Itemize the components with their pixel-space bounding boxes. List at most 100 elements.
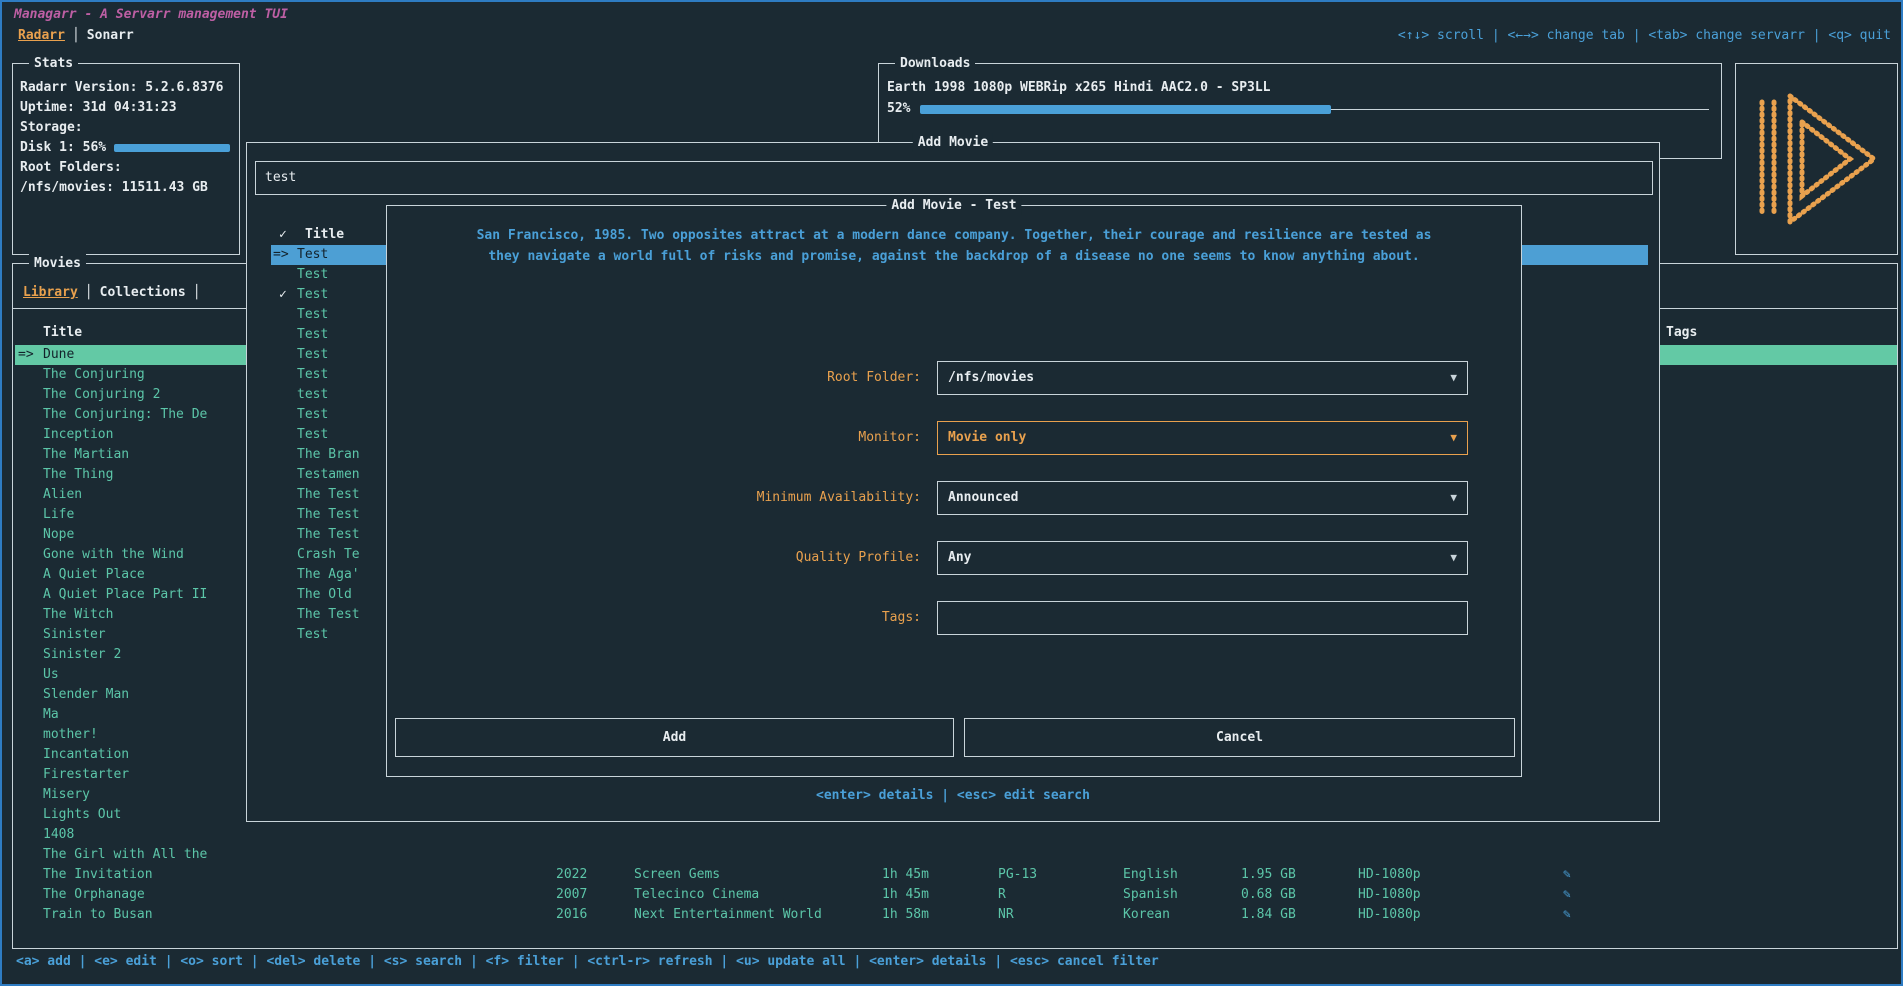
root-folders-label: Root Folders: xyxy=(20,158,232,178)
movie-title: Nope xyxy=(43,525,74,545)
movie-row[interactable]: 1408 xyxy=(15,825,1897,845)
movie-language: English xyxy=(1123,865,1178,885)
result-title: The Test xyxy=(297,525,360,545)
movie-row[interactable]: The Invitation2022Screen Gems1h 45mPG-13… xyxy=(15,865,1897,885)
add-button[interactable]: Add xyxy=(395,718,954,757)
managarr-app: Managarr - A Servarr management TUI Rada… xyxy=(0,0,1903,986)
tab-radarr[interactable]: Radarr xyxy=(18,28,65,43)
root-folder-dropdown[interactable]: /nfs/movies▼ xyxy=(937,361,1468,395)
movie-size: 1.84 GB xyxy=(1241,905,1296,925)
result-title: Test xyxy=(297,325,328,345)
movies-panel-title: Movies xyxy=(29,254,86,273)
bottom-keybinds: <a> add | <e> edit | <o> sort | <del> de… xyxy=(16,954,1159,969)
minimum-availability-dropdown[interactable]: Announced ▼ xyxy=(937,481,1468,515)
minimum-availability-value: Announced xyxy=(948,482,1018,514)
minimum-availability-label: Minimum Availability: xyxy=(387,481,921,515)
edit-icon[interactable]: ✎ xyxy=(1563,905,1571,925)
movie-runtime: 1h 58m xyxy=(882,905,929,925)
movie-quality: HD-1080p xyxy=(1358,865,1421,885)
movie-description-line: they navigate a world full of risks and … xyxy=(387,246,1521,267)
disk-usage-row: Disk 1: 56% xyxy=(20,138,232,158)
quality-profile-dropdown[interactable]: Any▼ xyxy=(937,541,1468,575)
tags-input[interactable] xyxy=(937,601,1468,635)
movie-row[interactable]: Train to Busan2016Next Entertainment Wor… xyxy=(15,905,1897,925)
movie-title: mother! xyxy=(43,725,98,745)
movie-title: Slender Man xyxy=(43,685,129,705)
tags-label: Tags: xyxy=(387,601,921,635)
storage-label: Storage: xyxy=(20,118,232,138)
movie-title: Dune xyxy=(43,345,74,365)
cancel-button-label: Cancel xyxy=(1216,730,1263,745)
downloads-panel-title: Downloads xyxy=(895,54,975,73)
tab-separator: │ xyxy=(193,285,201,300)
dropdown-arrow-icon: ▼ xyxy=(1450,362,1457,394)
root-folder-label: Root Folder: xyxy=(387,361,921,395)
quality-profile-label: Quality Profile: xyxy=(387,541,921,575)
selected-row-prefix: => xyxy=(273,245,289,265)
movie-title: Sinister xyxy=(43,625,106,645)
result-title: The Test xyxy=(297,485,360,505)
result-title: The Bran xyxy=(297,445,360,465)
movie-title: The Orphanage xyxy=(43,885,145,905)
movie-studio: Screen Gems xyxy=(634,865,720,885)
result-title: The Test xyxy=(297,605,360,625)
edit-icon[interactable]: ✎ xyxy=(1563,865,1571,885)
dropdown-arrow-icon: ▼ xyxy=(1450,482,1457,514)
result-title: Crash Te xyxy=(297,545,360,565)
movie-quality: HD-1080p xyxy=(1358,905,1421,925)
movie-row[interactable]: The Orphanage2007Telecinco Cinema1h 45mR… xyxy=(15,885,1897,905)
radarr-version: Radarr Version: 5.2.6.8376 xyxy=(20,78,232,98)
result-title: Test xyxy=(297,625,328,645)
quality-profile-field: Quality Profile: Any▼ xyxy=(387,541,1521,575)
movie-title: Misery xyxy=(43,785,90,805)
download-progress-bar xyxy=(920,104,1709,114)
results-header-title: Title xyxy=(305,225,344,245)
checkmark-icon: ✓ xyxy=(279,285,287,305)
movies-header-tags: Tags xyxy=(1666,325,1697,340)
tab-collections[interactable]: Collections xyxy=(100,285,186,300)
servarr-tab-bar: Radarr│Sonarr xyxy=(18,28,134,43)
movie-title: Inception xyxy=(43,425,113,445)
app-title: Managarr - A Servarr management TUI xyxy=(14,7,288,22)
movie-runtime: 1h 45m xyxy=(882,885,929,905)
movie-title: The Martian xyxy=(43,445,129,465)
download-progress-fill xyxy=(920,105,1330,114)
movie-title: The Invitation xyxy=(43,865,153,885)
stats-panel-title: Stats xyxy=(29,54,78,73)
tab-sonarr[interactable]: Sonarr xyxy=(87,28,134,43)
movie-studio: Telecinco Cinema xyxy=(634,885,759,905)
add-button-label: Add xyxy=(663,730,686,745)
quality-profile-value: Any xyxy=(948,542,971,574)
movie-search-input[interactable]: test xyxy=(255,161,1653,195)
movie-size: 1.95 GB xyxy=(1241,865,1296,885)
monitor-dropdown[interactable]: Movie only▼ xyxy=(937,421,1468,455)
edit-icon[interactable]: ✎ xyxy=(1563,885,1571,905)
movies-header-title: Title xyxy=(43,325,82,340)
popup-keybinds: <enter> details | <esc> edit search xyxy=(247,788,1659,803)
result-title: The Test xyxy=(297,505,360,525)
movie-description-line: San Francisco, 1985. Two opposites attra… xyxy=(387,225,1521,246)
download-percent: 52% xyxy=(887,98,910,120)
result-title: Test xyxy=(297,345,328,365)
result-title: Test xyxy=(297,305,328,325)
movie-title: Incantation xyxy=(43,745,129,765)
movie-title: Firestarter xyxy=(43,765,129,785)
movie-title: A Quiet Place Part II xyxy=(43,585,207,605)
search-input-value: test xyxy=(265,170,296,185)
movie-row[interactable]: The Girl with All the xyxy=(15,845,1897,865)
movie-title: The Conjuring: The De xyxy=(43,405,207,425)
tab-library[interactable]: Library xyxy=(23,285,78,300)
download-item-name: Earth 1998 1080p WEBRip x265 Hindi AAC2.… xyxy=(887,78,1713,98)
selected-row-prefix: => xyxy=(18,345,34,365)
movie-runtime: 1h 45m xyxy=(882,865,929,885)
movie-year: 2007 xyxy=(556,885,587,905)
root-folder-field: Root Folder: /nfs/movies▼ xyxy=(387,361,1521,395)
cancel-button[interactable]: Cancel xyxy=(964,718,1515,757)
tab-separator: │ xyxy=(85,285,93,300)
minimum-availability-field: Minimum Availability: Announced ▼ xyxy=(387,481,1521,515)
monitor-label: Monitor: xyxy=(387,421,921,455)
results-header-check-icon: ✓ xyxy=(279,225,287,245)
result-title: Test xyxy=(297,365,328,385)
movie-rating: NR xyxy=(998,905,1014,925)
tags-field: Tags: xyxy=(387,601,1521,635)
